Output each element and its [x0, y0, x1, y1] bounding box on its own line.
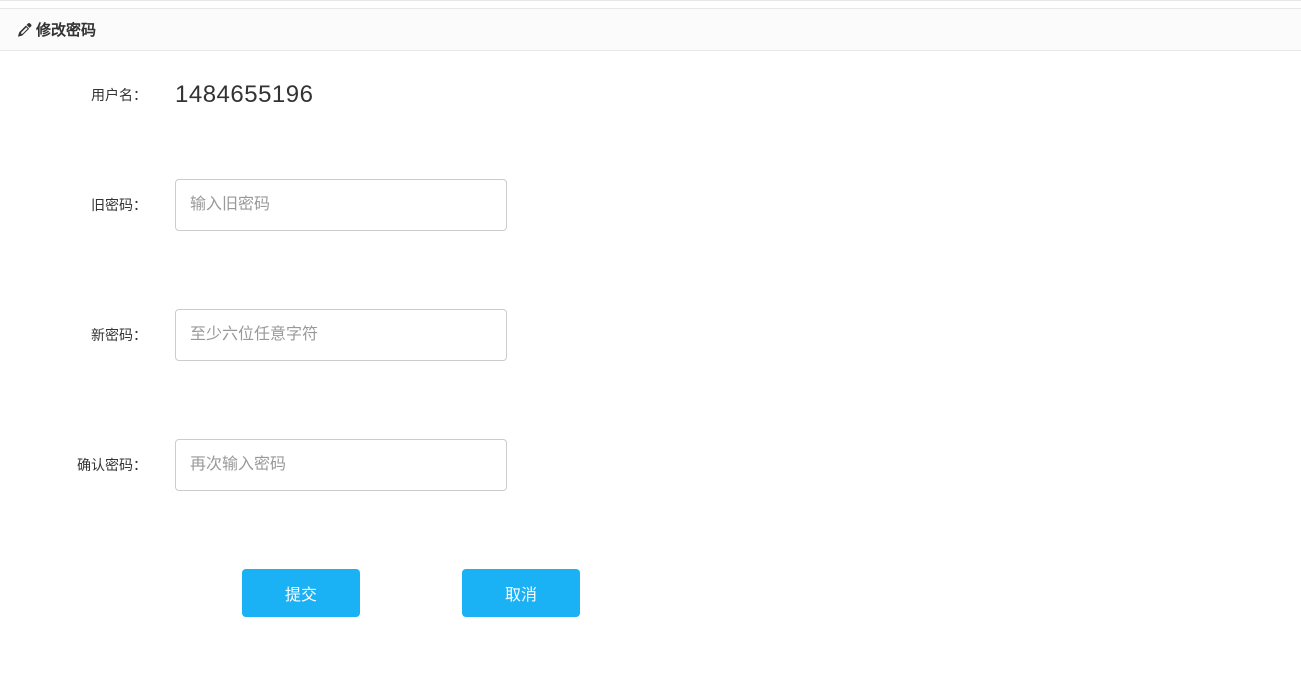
- panel-header: 修改密码: [0, 8, 1301, 51]
- username-value: 1484655196: [155, 81, 313, 109]
- confirm-password-input[interactable]: [175, 439, 507, 491]
- old-password-input[interactable]: [175, 179, 507, 231]
- username-row: 用户名： 1484655196: [20, 81, 1281, 109]
- edit-icon: [18, 23, 32, 37]
- button-row: 提交 取消: [20, 569, 1281, 617]
- change-password-form: 用户名： 1484655196 旧密码： 新密码： 确认密码： 提交 取消: [0, 51, 1301, 637]
- cancel-button[interactable]: 取消: [462, 569, 580, 617]
- new-password-input[interactable]: [175, 309, 507, 361]
- old-password-label: 旧密码：: [20, 195, 155, 215]
- confirm-password-label: 确认密码：: [20, 455, 155, 475]
- old-password-row: 旧密码：: [20, 179, 1281, 231]
- confirm-password-row: 确认密码：: [20, 439, 1281, 491]
- new-password-row: 新密码：: [20, 309, 1281, 361]
- username-label: 用户名：: [20, 85, 155, 105]
- submit-button[interactable]: 提交: [242, 569, 360, 617]
- new-password-label: 新密码：: [20, 325, 155, 345]
- panel-title: 修改密码: [36, 19, 96, 40]
